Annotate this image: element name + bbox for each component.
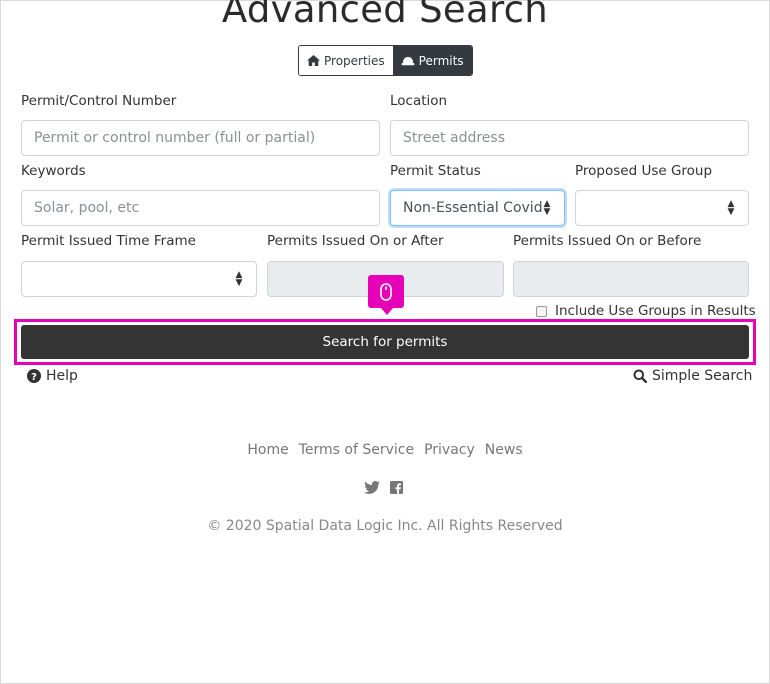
footer-link-terms[interactable]: Terms of Service xyxy=(299,442,414,458)
time-frame-select[interactable]: ▲ ▼ xyxy=(21,261,257,297)
properties-tab-label: Properties xyxy=(324,53,385,68)
help-link[interactable]: ? Help xyxy=(27,368,78,384)
location-input[interactable]: Street address xyxy=(390,120,749,156)
permit-status-label: Permit Status xyxy=(390,163,481,179)
hard-hat-icon xyxy=(401,56,415,65)
select-arrows-icon: ▲ ▼ xyxy=(235,270,243,288)
footer-links: Home Terms of Service Privacy News xyxy=(0,442,770,458)
location-label: Location xyxy=(390,93,448,109)
facebook-icon[interactable] xyxy=(390,481,403,494)
home-icon xyxy=(307,55,320,66)
keywords-label: Keywords xyxy=(21,163,86,179)
select-arrows-icon: ▲ ▼ xyxy=(543,199,551,217)
select-arrows-icon: ▲ ▼ xyxy=(727,199,735,217)
search-icon xyxy=(633,369,647,383)
keywords-placeholder: Solar, pool, etc xyxy=(34,200,140,216)
copyright-text: © 2020 Spatial Data Logic Inc. All Right… xyxy=(207,518,563,534)
include-use-groups-checkbox[interactable] xyxy=(536,305,547,317)
proposed-use-group-label: Proposed Use Group xyxy=(575,163,713,179)
proposed-use-group-select[interactable]: ▲ ▼ xyxy=(575,190,749,226)
search-permits-button[interactable]: Search for permits xyxy=(21,325,749,359)
permit-number-placeholder: Permit or control number (full or partia… xyxy=(34,130,316,146)
include-use-groups-label: Include Use Groups in Results xyxy=(555,303,756,319)
permit-status-select[interactable]: Non-Essential Covid ▲ ▼ xyxy=(390,190,565,226)
click-marker xyxy=(368,275,404,315)
footer-link-home[interactable]: Home xyxy=(247,442,288,458)
simple-search-link[interactable]: Simple Search xyxy=(633,368,752,384)
location-placeholder: Street address xyxy=(403,130,505,146)
permit-status-value: Non-Essential Covid xyxy=(403,200,542,216)
help-label: Help xyxy=(46,368,78,384)
footer-link-news[interactable]: News xyxy=(485,442,523,458)
issued-before-input[interactable] xyxy=(513,261,749,297)
keywords-input[interactable]: Solar, pool, etc xyxy=(21,190,380,226)
svg-text:?: ? xyxy=(31,372,37,383)
permit-number-input[interactable]: Permit or control number (full or partia… xyxy=(21,120,380,156)
page-title: Advanced Search xyxy=(221,0,549,31)
simple-search-label: Simple Search xyxy=(652,368,753,384)
time-frame-label: Permit Issued Time Frame xyxy=(21,233,196,249)
question-circle-icon: ? xyxy=(27,369,41,383)
twitter-icon[interactable] xyxy=(364,481,380,494)
search-type-toggle: Properties Permits xyxy=(298,45,473,76)
issued-after-label: Permits Issued On or After xyxy=(267,233,444,249)
include-use-groups-row[interactable]: Include Use Groups in Results xyxy=(536,303,756,319)
social-links xyxy=(364,481,403,494)
permits-tab[interactable]: Permits xyxy=(392,46,472,75)
properties-tab[interactable]: Properties xyxy=(299,46,393,75)
permit-number-label: Permit/Control Number xyxy=(21,93,177,109)
permits-tab-label: Permits xyxy=(418,53,464,68)
mouse-icon xyxy=(380,282,392,301)
footer-link-privacy[interactable]: Privacy xyxy=(424,442,475,458)
issued-before-label: Permits Issued On or Before xyxy=(513,233,702,249)
